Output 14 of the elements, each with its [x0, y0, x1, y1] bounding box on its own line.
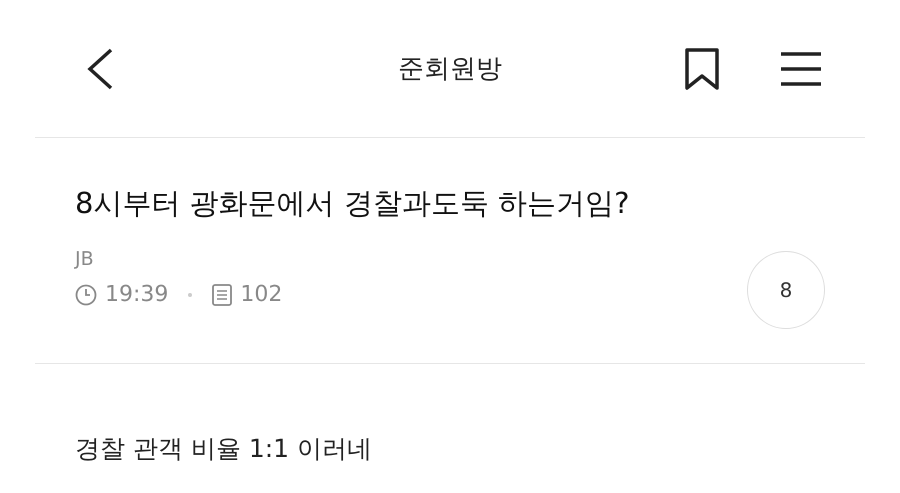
back-icon — [85, 46, 115, 90]
clock-icon — [75, 284, 97, 306]
bookmark-icon — [683, 46, 721, 90]
author-name: JB — [75, 248, 95, 270]
page-title: 준회원방 — [398, 53, 502, 86]
comment-count-button[interactable]: 8 — [747, 251, 825, 329]
post-body: 경찰 관객 비율 1:1 이러네 — [74, 433, 374, 465]
menu-icon — [781, 50, 821, 86]
view-count: 102 — [240, 282, 282, 307]
bookmark-button[interactable] — [683, 46, 721, 90]
post-time: 19:39 — [105, 282, 168, 307]
document-icon — [212, 284, 232, 306]
post-title: 8시부터 광화문에서 경찰과도둑 하는거임? — [75, 185, 630, 222]
back-button[interactable] — [85, 46, 115, 90]
